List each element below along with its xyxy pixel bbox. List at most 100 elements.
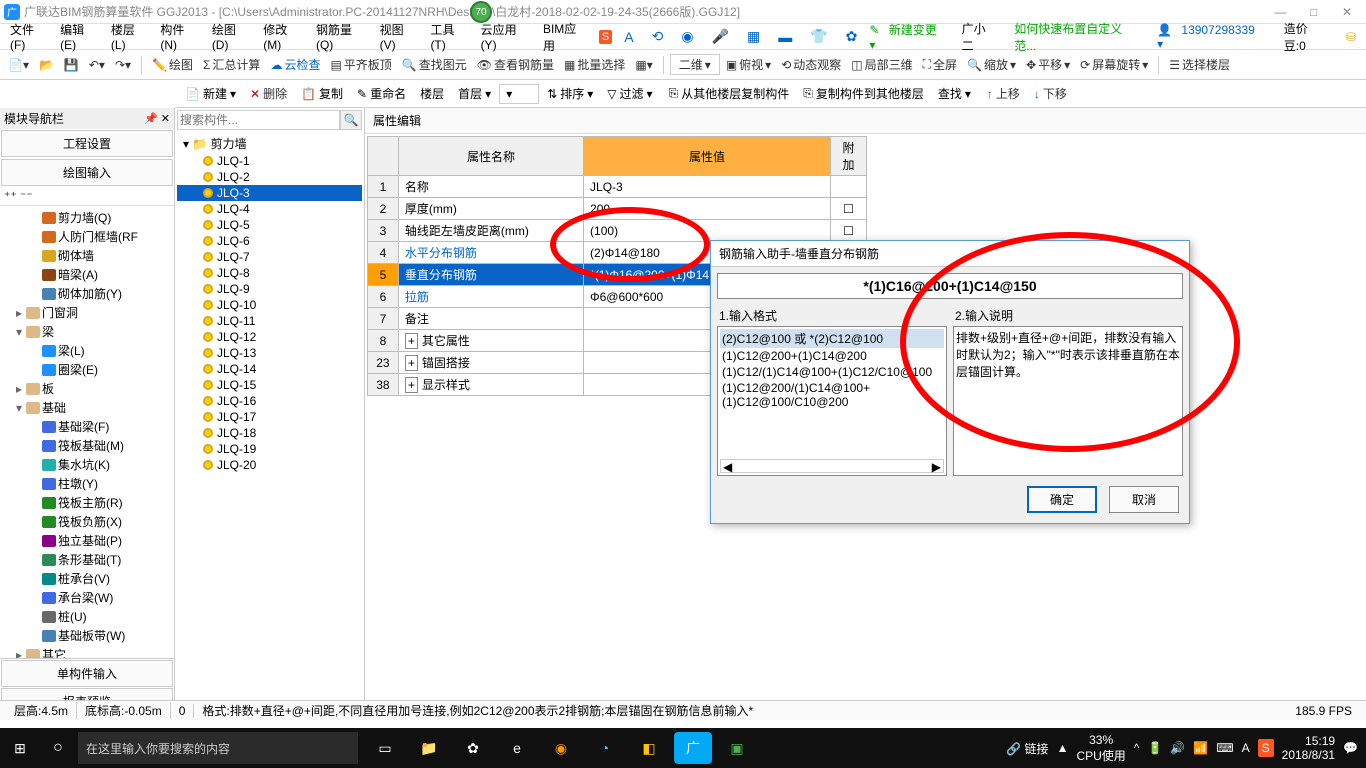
menu-file[interactable]: 文件(F) (4, 21, 54, 52)
ok-button[interactable]: 确定 (1027, 486, 1097, 513)
nav-section-single[interactable]: 单构件输入 (1, 660, 173, 687)
menu-rebar[interactable]: 钢筋量(Q) (310, 21, 374, 52)
rename-button[interactable]: ✎ 重命名 (351, 83, 412, 104)
nav-item[interactable]: 暗梁(A) (2, 265, 172, 284)
nav-item[interactable]: ▾梁 (2, 322, 172, 341)
dynamic-view-button[interactable]: ⟲ 动态观察 (777, 54, 845, 75)
nav-item[interactable]: 筏板基础(M) (2, 436, 172, 455)
start-button[interactable]: ⊞ (0, 740, 40, 757)
battery-icon[interactable]: 🔋 (1147, 741, 1162, 755)
tool-icon[interactable]: 👕 (804, 28, 833, 45)
steel-view-button[interactable]: 👁 查看钢筋量 (473, 54, 558, 75)
tree-item[interactable]: JLQ-18 (177, 425, 362, 441)
nav-item[interactable]: 集水坑(K) (2, 455, 172, 474)
menu-component[interactable]: 构件(N) (154, 21, 205, 52)
menu-floor[interactable]: 楼层(L) (105, 21, 154, 52)
menu-tools[interactable]: 工具(T) (424, 21, 474, 52)
redo-icon[interactable]: ↷▾ (111, 56, 135, 74)
tree-item[interactable]: JLQ-14 (177, 361, 362, 377)
format-item[interactable]: (2)C12@100 或 *(2)C12@100 (720, 329, 944, 348)
notification-icon[interactable]: 💬 (1343, 741, 1358, 755)
nav-item[interactable]: 筏板负筋(X) (2, 512, 172, 531)
zoom-button[interactable]: 🔍 缩放▾ (963, 54, 1020, 75)
phone-label[interactable]: 👤 13907298339 ▾ (1151, 23, 1272, 51)
first-floor-select[interactable]: 首层 ▾ (452, 83, 497, 104)
draw-button[interactable]: ✏️绘图 (148, 54, 197, 75)
search-input[interactable] (177, 110, 340, 130)
element-tree[interactable]: ▾ 📁 剪力墙JLQ-1JLQ-2JLQ-3JLQ-4JLQ-5JLQ-6JLQ… (175, 132, 364, 716)
tree-root[interactable]: ▾ 📁 剪力墙 (177, 134, 362, 153)
property-row[interactable]: 1名称JLQ-3 (368, 176, 867, 198)
nav-tree[interactable]: 剪力墙(Q)人防门框墙(RF砌体墙暗梁(A)砌体加筋(Y)▸门窗洞▾梁梁(L)圈… (0, 206, 174, 658)
nav-item[interactable]: 桩承台(V) (2, 569, 172, 588)
nav-item[interactable]: 圈梁(E) (2, 360, 172, 379)
local-3d-button[interactable]: ◫ 局部三维 (847, 54, 916, 75)
tree-item[interactable]: JLQ-16 (177, 393, 362, 409)
sogou-icon[interactable]: S (599, 30, 612, 44)
nav-item[interactable]: 桩(U) (2, 607, 172, 626)
app-icon[interactable]: ◔ (586, 732, 624, 764)
tree-item[interactable]: JLQ-20 (177, 457, 362, 473)
edge-icon[interactable]: e (498, 732, 536, 764)
format-item[interactable]: (1)C12@200/(1)C14@100+(1)C12@100/C10@200 (720, 380, 944, 410)
tree-item[interactable]: JLQ-12 (177, 329, 362, 345)
tree-item[interactable]: JLQ-10 (177, 297, 362, 313)
down-button[interactable]: ↓ 下移 (1028, 83, 1073, 104)
app-icon[interactable]: ✿ (454, 732, 492, 764)
nav-item[interactable]: 剪力墙(Q) (2, 208, 172, 227)
tree-item[interactable]: JLQ-3 (177, 185, 362, 201)
tool-icon[interactable]: ✿ (840, 28, 864, 45)
dialog-input[interactable]: *(1)C16@200+(1)C14@150 (717, 273, 1183, 299)
nav-item[interactable]: 独立基础(P) (2, 531, 172, 550)
nav-item[interactable]: ▸门窗洞 (2, 303, 172, 322)
expand-icon[interactable]: ⁺⁺ (4, 189, 17, 203)
find-button[interactable]: 🔍 查找图元 (398, 54, 471, 75)
copy-to-button[interactable]: ⎘ 复制构件到其他楼层 (797, 83, 930, 104)
tree-item[interactable]: JLQ-9 (177, 281, 362, 297)
copy-button[interactable]: 📋 复制 (295, 83, 349, 104)
format-item[interactable]: (1)C12@200+(1)C14@200 (720, 348, 944, 364)
app-icon[interactable]: 广 (674, 732, 712, 764)
copy-from-button[interactable]: ⎘ 从其他楼层复制构件 (663, 83, 796, 104)
nav-item[interactable]: 基础梁(F) (2, 417, 172, 436)
ime-icon[interactable]: ⌨ (1216, 741, 1233, 755)
open-icon[interactable]: 📂 (35, 56, 58, 74)
tree-item[interactable]: JLQ-8 (177, 265, 362, 281)
tray-icon[interactable]: ▲ (1057, 741, 1069, 755)
sort-button[interactable]: ⇅ 排序▾ (541, 83, 599, 104)
nav-item[interactable]: 砌体墙 (2, 246, 172, 265)
tool-icon[interactable]: ▦ (741, 28, 766, 45)
browser-icon[interactable]: ◉ (542, 732, 580, 764)
new-file-icon[interactable]: 📄▾ (4, 56, 33, 74)
menu-edit[interactable]: 编辑(E) (54, 21, 105, 52)
taskbar-search[interactable]: 在这里输入你要搜索的内容 (78, 732, 358, 764)
dim-select[interactable]: 二维 ▾ (670, 54, 720, 75)
collapse-icon[interactable]: ⁻⁻ (20, 189, 33, 203)
tip-link[interactable]: 如何快速布置自定义范... (1008, 20, 1145, 54)
dropdown[interactable]: ▾ (499, 84, 539, 104)
format-list[interactable]: (2)C12@100 或 *(2)C12@100(1)C12@200+(1)C1… (717, 326, 947, 476)
folder-icon[interactable]: 📁 (410, 732, 448, 764)
cpu-meter[interactable]: 33%CPU使用 (1076, 733, 1125, 764)
pan-button[interactable]: ✥ 平移▾ (1022, 54, 1074, 75)
format-item[interactable]: (1)C12/(1)C14@100+(1)C12/C10@100 (720, 364, 944, 380)
batch-dropdown[interactable]: ▦▾ (631, 56, 656, 74)
tree-item[interactable]: JLQ-19 (177, 441, 362, 457)
tree-item[interactable]: JLQ-11 (177, 313, 362, 329)
volume-icon[interactable]: 🔊 (1170, 741, 1185, 755)
cloud-check-button[interactable]: ☁ 云检查 (266, 54, 324, 75)
clock[interactable]: 15:192018/8/31 (1282, 734, 1335, 763)
tree-item[interactable]: JLQ-7 (177, 249, 362, 265)
select-floor-button[interactable]: ☰ 选择楼层 (1165, 54, 1234, 75)
tree-item[interactable]: JLQ-5 (177, 217, 362, 233)
batch-select-button[interactable]: ▦ 批量选择 (560, 54, 629, 75)
nav-item[interactable]: 承台梁(W) (2, 588, 172, 607)
nav-section-project[interactable]: 工程设置 (1, 130, 173, 157)
rotate-button[interactable]: ⟳ 屏幕旋转▾ (1076, 54, 1152, 75)
tree-item[interactable]: JLQ-2 (177, 169, 362, 185)
minimize-icon[interactable]: — (1265, 5, 1295, 19)
tree-item[interactable]: JLQ-15 (177, 377, 362, 393)
maximize-icon[interactable]: □ (1299, 5, 1329, 19)
nav-item[interactable]: 梁(L) (2, 341, 172, 360)
close-icon[interactable]: ✕ (1332, 5, 1362, 19)
